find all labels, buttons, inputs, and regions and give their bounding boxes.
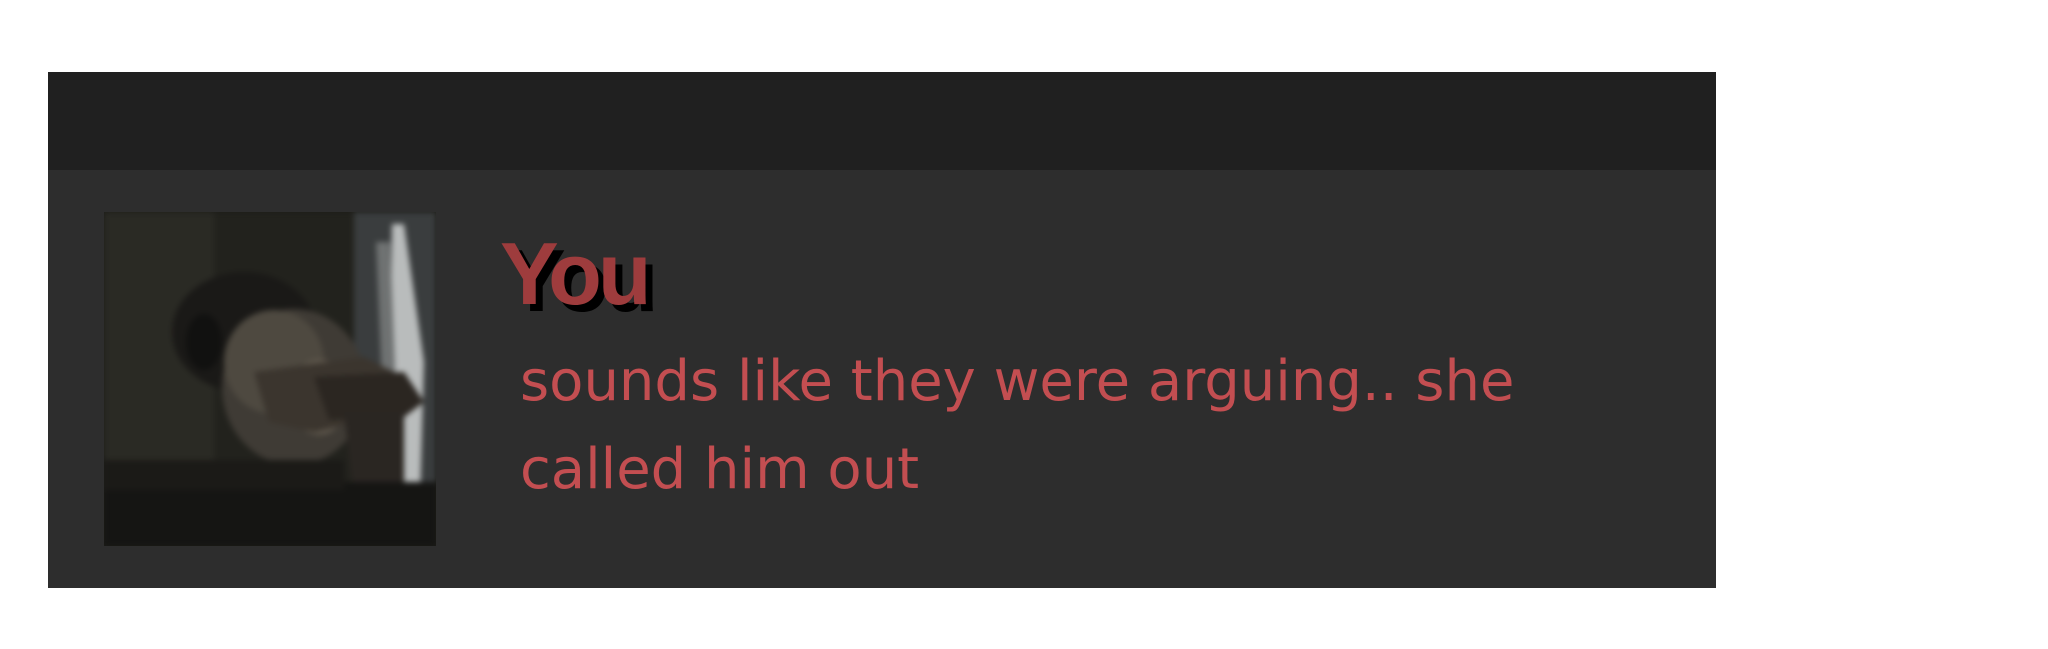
avatar-photo-icon	[104, 212, 436, 546]
user-avatar[interactable]	[104, 212, 436, 546]
message-text: sounds like they were arguing.. she call…	[520, 349, 1515, 502]
chat-message-card: You sounds like they were arguing.. she …	[48, 72, 1716, 588]
card-header-bar	[48, 72, 1716, 170]
sender-name: You	[500, 224, 652, 323]
